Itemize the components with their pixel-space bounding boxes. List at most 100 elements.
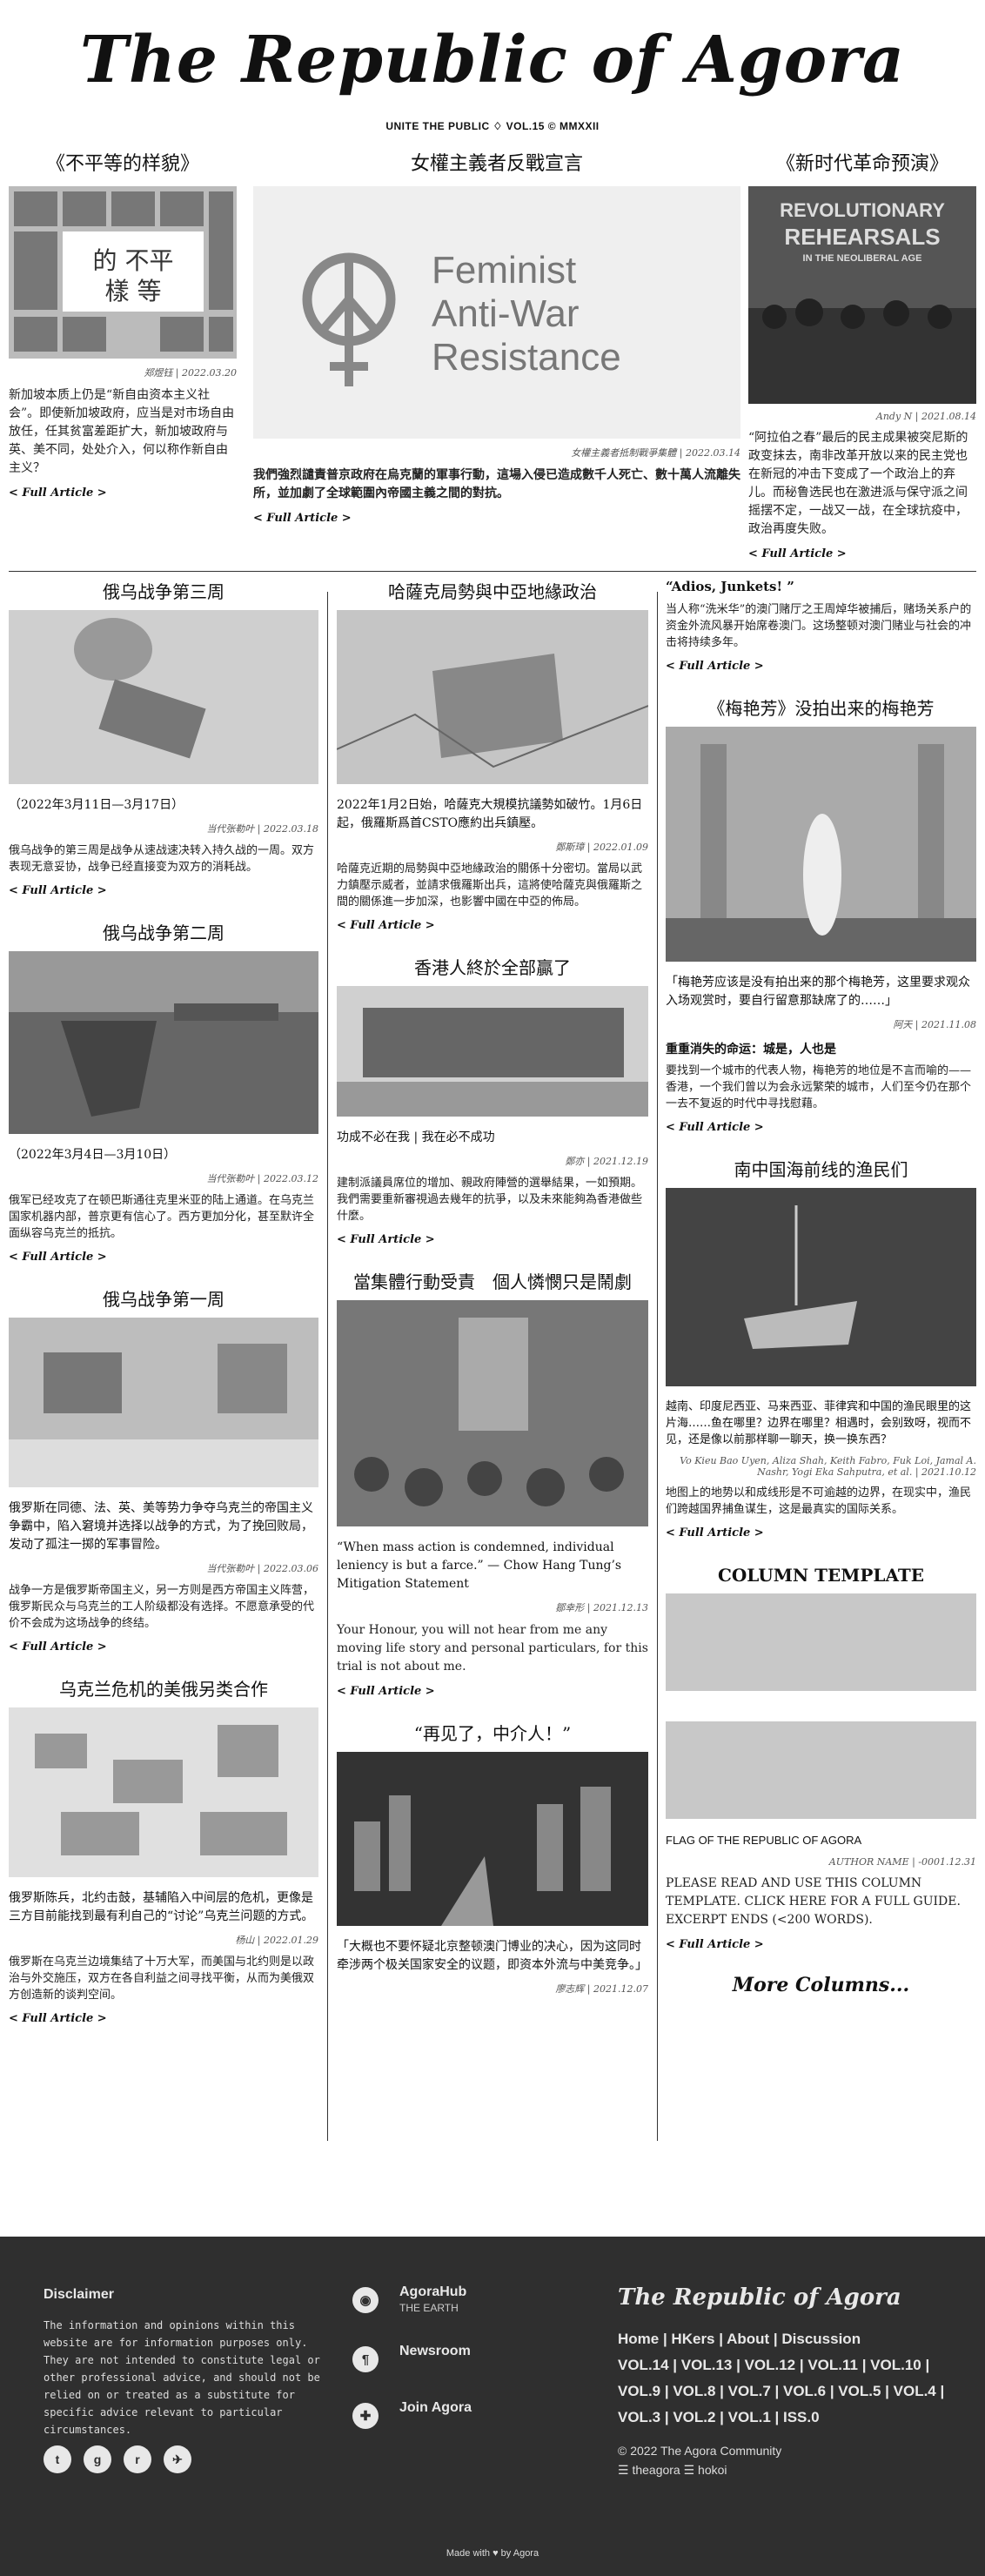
article-meta: 当代张勒叶 | 2022.03.06: [206, 1563, 318, 1574]
article-title[interactable]: 南中国海前线的渔民们: [666, 1157, 976, 1183]
article-title[interactable]: “Adios, Junkets! ”: [666, 579, 976, 594]
full-article-link[interactable]: < Full Article >: [9, 2012, 107, 2025]
footer-link-join[interactable]: ✚ Join Agora: [352, 2400, 472, 2429]
logo-line: Resistance: [432, 336, 621, 379]
article-image[interactable]: [666, 727, 976, 962]
article-meta: Vo Kieu Bao Uyen, Aliza Shah, Keith Fabr…: [680, 1455, 976, 1478]
page: The Republic of Agora UNITE THE PUBLIC ♢…: [0, 0, 985, 2576]
article-subhead: 重重消失的命运：城是，人也是: [666, 1043, 836, 1057]
article-title[interactable]: 香港人終於全部贏了: [337, 955, 648, 981]
article-image[interactable]: [9, 1707, 318, 1877]
full-article-link[interactable]: < Full Article >: [337, 1685, 435, 1698]
article: 乌克兰危机的美俄另类合作 俄罗斯陈兵，北约击鼓，基辅陷入中间层的危机，更像是三方…: [9, 1676, 318, 2025]
hero-section: 《不平等的样貌》 的 不平 樣 等 郑煜钰 | 2022.03.20 新加坡本质…: [9, 150, 976, 567]
article-title[interactable]: 乌克兰危机的美俄另类合作: [9, 1676, 318, 1702]
article-caption: 2022年1月2日始，哈薩克大規模抗議勢如破竹。1月6日起，俄羅斯爲首CSTO應…: [337, 798, 643, 830]
article-excerpt: PLEASE READ AND USE THIS COLUMN TEMPLATE…: [666, 1876, 961, 1927]
article-excerpt: 新加坡本质上仍是“新自由资本主义社会”。即使新加坡政府，应当是对市场自由放任，任…: [9, 388, 235, 475]
full-article-link[interactable]: < Full Article >: [666, 1938, 764, 1951]
feminist-anti-war-logo[interactable]: Feminist Anti-War Resistance: [253, 186, 740, 439]
full-article-link[interactable]: < Full Article >: [9, 1640, 107, 1654]
flag-image[interactable]: [666, 1721, 976, 1819]
article: 南中国海前线的渔民们 越南、印度尼西亚、马来西亚、菲律宾和中国的渔民眼里的这片海…: [666, 1157, 976, 1540]
article-meta: 廖志辉 | 2021.12.07: [555, 1983, 648, 1995]
article-image[interactable]: [337, 1752, 648, 1926]
full-article-link[interactable]: < Full Article >: [9, 486, 107, 500]
logo-line: Anti-War: [432, 292, 580, 335]
column-divider: [657, 592, 658, 2141]
article-meta: 鄭斯璋 | 2022.01.09: [555, 842, 648, 853]
article-image[interactable]: [666, 1188, 976, 1386]
masthead: The Republic of Agora UNITE THE PUBLIC ♢…: [0, 0, 985, 141]
article-image[interactable]: [337, 610, 648, 784]
hero-right: 《新时代革命预演》 REVOLUTIONARY REHEARSALS IN TH…: [748, 150, 976, 560]
article-meta: 杨山 | 2022.01.29: [235, 1935, 318, 1946]
article-image[interactable]: [9, 951, 318, 1134]
article-caption: 越南、印度尼西亚、马来西亚、菲律宾和中国的渔民眼里的这片海……鱼在哪里？边界在哪…: [666, 1400, 972, 1446]
article-caption: 「梅艳芳应该是没有拍出来的那个梅艳芳，这里要求观众入场观赏时，要自行留意那缺席了…: [666, 976, 970, 1008]
footer-link-agorahub[interactable]: ◉ AgoraHub THE EARTH: [352, 2284, 472, 2316]
reddit-icon[interactable]: r: [124, 2445, 151, 2473]
article-excerpt: 俄军已经攻克了在顿巴斯通往克里米亚的陆上通道。在乌克兰国家机器内部，普京更有信心…: [9, 1194, 315, 1240]
svg-text:樣 等: 樣 等: [105, 277, 162, 305]
handles[interactable]: ☰ theagora ☰ hokoi: [618, 2460, 962, 2479]
twitter-icon[interactable]: t: [44, 2445, 71, 2473]
footer-link-newsroom[interactable]: ¶ Newsroom: [352, 2344, 472, 2372]
github-icon[interactable]: g: [84, 2445, 111, 2473]
article: 俄乌战争第三周 （2022年3月11日—3月17日） 当代张勒叶 | 2022.…: [9, 579, 318, 897]
full-article-link[interactable]: < Full Article >: [9, 1251, 107, 1264]
article-title[interactable]: 俄乌战争第二周: [9, 920, 318, 946]
telegram-icon[interactable]: ✈: [164, 2445, 191, 2473]
full-article-link[interactable]: < Full Article >: [666, 660, 764, 673]
full-article-link[interactable]: < Full Article >: [337, 1233, 435, 1246]
article-title[interactable]: 俄乌战争第一周: [9, 1286, 318, 1312]
volume-links[interactable]: VOL.14 | VOL.13 | VOL.12 | VOL.11 | VOL.…: [618, 2352, 962, 2431]
column-right: “Adios, Junkets! ” 当人称“洗米华”的澳门赌厅之王周焯华被捕后…: [666, 579, 976, 1996]
article-image[interactable]: [337, 986, 648, 1117]
article-excerpt: “阿拉伯之春”最后的民主成果被突尼斯的政变抹去，南非改革开放以来的民主党也在新冠…: [748, 431, 968, 536]
article-title[interactable]: 女權主義者反戰宣言: [253, 150, 740, 179]
template-image[interactable]: [666, 1593, 976, 1691]
article-image[interactable]: [9, 1318, 318, 1487]
article-title[interactable]: COLUMN TEMPLATE: [666, 1562, 976, 1588]
column-middle: 哈薩克局勢與中亞地緣政治 2022年1月2日始，哈薩克大規模抗議勢如破竹。1月6…: [337, 579, 648, 2018]
article-title[interactable]: 俄乌战争第三周: [9, 579, 318, 605]
article: 香港人終於全部贏了 功成不必在我 | 我在必不成功 鄭亦 | 2021.12.1…: [337, 955, 648, 1246]
article-title[interactable]: “再见了，中介人！”: [337, 1721, 648, 1747]
footer-brand[interactable]: The Republic of Agora: [618, 2284, 962, 2311]
full-article-link[interactable]: < Full Article >: [666, 1121, 764, 1134]
site-title[interactable]: The Republic of Agora: [0, 23, 985, 97]
tagline: UNITE THE PUBLIC ♢ VOL.15 © MMXXII: [385, 120, 600, 132]
book-cover-image[interactable]: REVOLUTIONARY REHEARSALS IN THE NEOLIBER…: [748, 186, 976, 404]
full-article-link[interactable]: < Full Article >: [253, 512, 352, 525]
article-title[interactable]: 《梅艳芳》没拍出来的梅艳芳: [666, 695, 976, 721]
article-image[interactable]: [337, 1300, 648, 1526]
copyright: © 2022 The Agora Community: [618, 2444, 782, 2458]
article-title[interactable]: 《不平等的样貌》: [9, 150, 237, 179]
article: 《梅艳芳》没拍出来的梅艳芳 「梅艳芳应该是没有拍出来的那个梅艳芳，这里要求观众入…: [666, 695, 976, 1134]
full-article-link[interactable]: < Full Article >: [748, 547, 847, 560]
footer-link-sub: THE EARTH: [399, 2302, 459, 2314]
article: 哈薩克局勢與中亞地緣政治 2022年1月2日始，哈薩克大規模抗議勢如破竹。1月6…: [337, 579, 648, 932]
article-title[interactable]: 《新时代革命预演》: [748, 150, 976, 179]
section-divider: [9, 571, 976, 572]
footer-link-label: Join Agora: [399, 2400, 472, 2415]
article: “再见了，中介人！” 「大概也不要怀疑北京整顿澳门博业的决心，因为这同时牵涉两个…: [337, 1721, 648, 1996]
article-meta: 郑煜钰 | 2022.03.20: [144, 367, 237, 379]
article-caption: FLAG OF THE REPUBLIC OF AGORA: [666, 1834, 862, 1847]
article-meta: 当代张勒叶 | 2022.03.18: [206, 823, 318, 835]
article-title[interactable]: 哈薩克局勢與中亞地緣政治: [337, 579, 648, 605]
article-excerpt: 战争一方是俄罗斯帝国主义，另一方则是西方帝国主义阵营，俄罗斯民众与乌克兰的工人阶…: [9, 1584, 315, 1630]
article-title[interactable]: 當集體行動受責 個人憐憫只是鬧劇: [337, 1269, 648, 1295]
article-excerpt: 要找到一个城市的代表人物，梅艳芳的地位是不言而喻的——香港，一个我们曾以为会永远…: [666, 1064, 972, 1110]
article-excerpt: 当人称“洗米华”的澳门赌厅之王周焯华被捕后，赌场关系户的资金外流风暴开始席卷澳门…: [666, 603, 972, 649]
full-article-link[interactable]: < Full Article >: [9, 884, 107, 897]
book-cover-image[interactable]: 的 不平 樣 等: [9, 186, 237, 359]
article-meta: AUTHOR NAME | -0001.12.31: [828, 1856, 976, 1868]
article-excerpt: 地图上的地势以和成线形是不可逾越的边界，在现实中，渔民们跨越国界捕鱼谋生，这是最…: [666, 1486, 972, 1516]
full-article-link[interactable]: < Full Article >: [666, 1526, 764, 1540]
full-article-link[interactable]: < Full Article >: [337, 919, 435, 932]
article-image[interactable]: [9, 610, 318, 784]
more-columns-link[interactable]: More Columns...: [666, 1974, 976, 1996]
footer-nav[interactable]: Home | HKers | About | Discussion: [618, 2326, 962, 2352]
